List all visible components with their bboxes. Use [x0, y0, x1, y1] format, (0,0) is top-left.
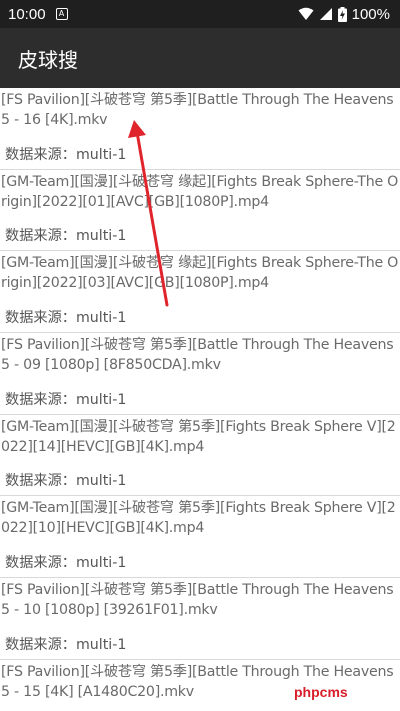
- app-title: 皮球搜: [18, 47, 78, 72]
- watermark: phpcms: [294, 684, 348, 700]
- list-item[interactable]: [GM-Team][国漫][斗破苍穹 第5季][Fights Break Sph…: [0, 496, 400, 579]
- wifi-icon: [298, 7, 314, 20]
- list-item[interactable]: [FS Pavilion][斗破苍穹 第5季][Battle Through T…: [0, 333, 400, 415]
- item-title: [GM-Team][国漫][斗破苍穹 缘起][Fights Break Sphe…: [1, 255, 399, 292]
- list-item[interactable]: [FS Pavilion][斗破苍穹 第5季][Battle Through T…: [0, 88, 400, 170]
- item-title: [GM-Team][国漫][斗破苍穹 第5季][Fights Break Sph…: [1, 500, 396, 537]
- battery-charging-icon: [337, 6, 347, 22]
- list-item[interactable]: [GM-Team][国漫][斗破苍穹 缘起][Fights Break Sphe…: [0, 251, 400, 334]
- list-item[interactable]: [GM-Team][国漫][斗破苍穹 缘起][Fights Break Sphe…: [0, 170, 400, 252]
- item-title: [FS Pavilion][斗破苍穹 第5季][Battle Through T…: [1, 582, 394, 619]
- item-title: [FS Pavilion][斗破苍穹 第5季][Battle Through T…: [1, 92, 394, 128]
- cellular-signal-icon: [319, 8, 332, 20]
- item-source: 数据来源：multi-1: [5, 228, 127, 245]
- list-item[interactable]: [GM-Team][国漫][斗破苍穹 第5季][Fights Break Sph…: [0, 415, 400, 497]
- item-source: 数据来源：multi-1: [5, 146, 127, 163]
- item-source: 数据来源：multi-1: [5, 636, 127, 653]
- item-source: 数据来源：multi-1: [5, 310, 127, 327]
- item-source: 数据来源：multi-1: [5, 555, 127, 572]
- status-bar: 10:00 A 100%: [0, 0, 400, 28]
- list-item[interactable]: [FS Pavilion][斗破苍穹 第5季][Battle Through T…: [0, 578, 400, 660]
- item-title: [GM-Team][国漫][斗破苍穹 缘起][Fights Break Sphe…: [1, 173, 399, 210]
- results-list[interactable]: [FS Pavilion][斗破苍穹 第5季][Battle Through T…: [0, 88, 400, 711]
- status-time: 10:00: [8, 5, 46, 23]
- battery-percent: 100%: [351, 5, 390, 23]
- item-source: 数据来源：multi-1: [5, 473, 127, 490]
- app-bar: 皮球搜: [0, 28, 400, 88]
- item-source: 数据来源：multi-1: [5, 391, 127, 408]
- item-title: [FS Pavilion][斗破苍穹 第5季][Battle Through T…: [1, 337, 394, 374]
- notification-icon: A: [55, 8, 68, 20]
- item-title: [GM-Team][国漫][斗破苍穹 第5季][Fights Break Sph…: [1, 418, 396, 455]
- status-right: 100%: [298, 6, 390, 23]
